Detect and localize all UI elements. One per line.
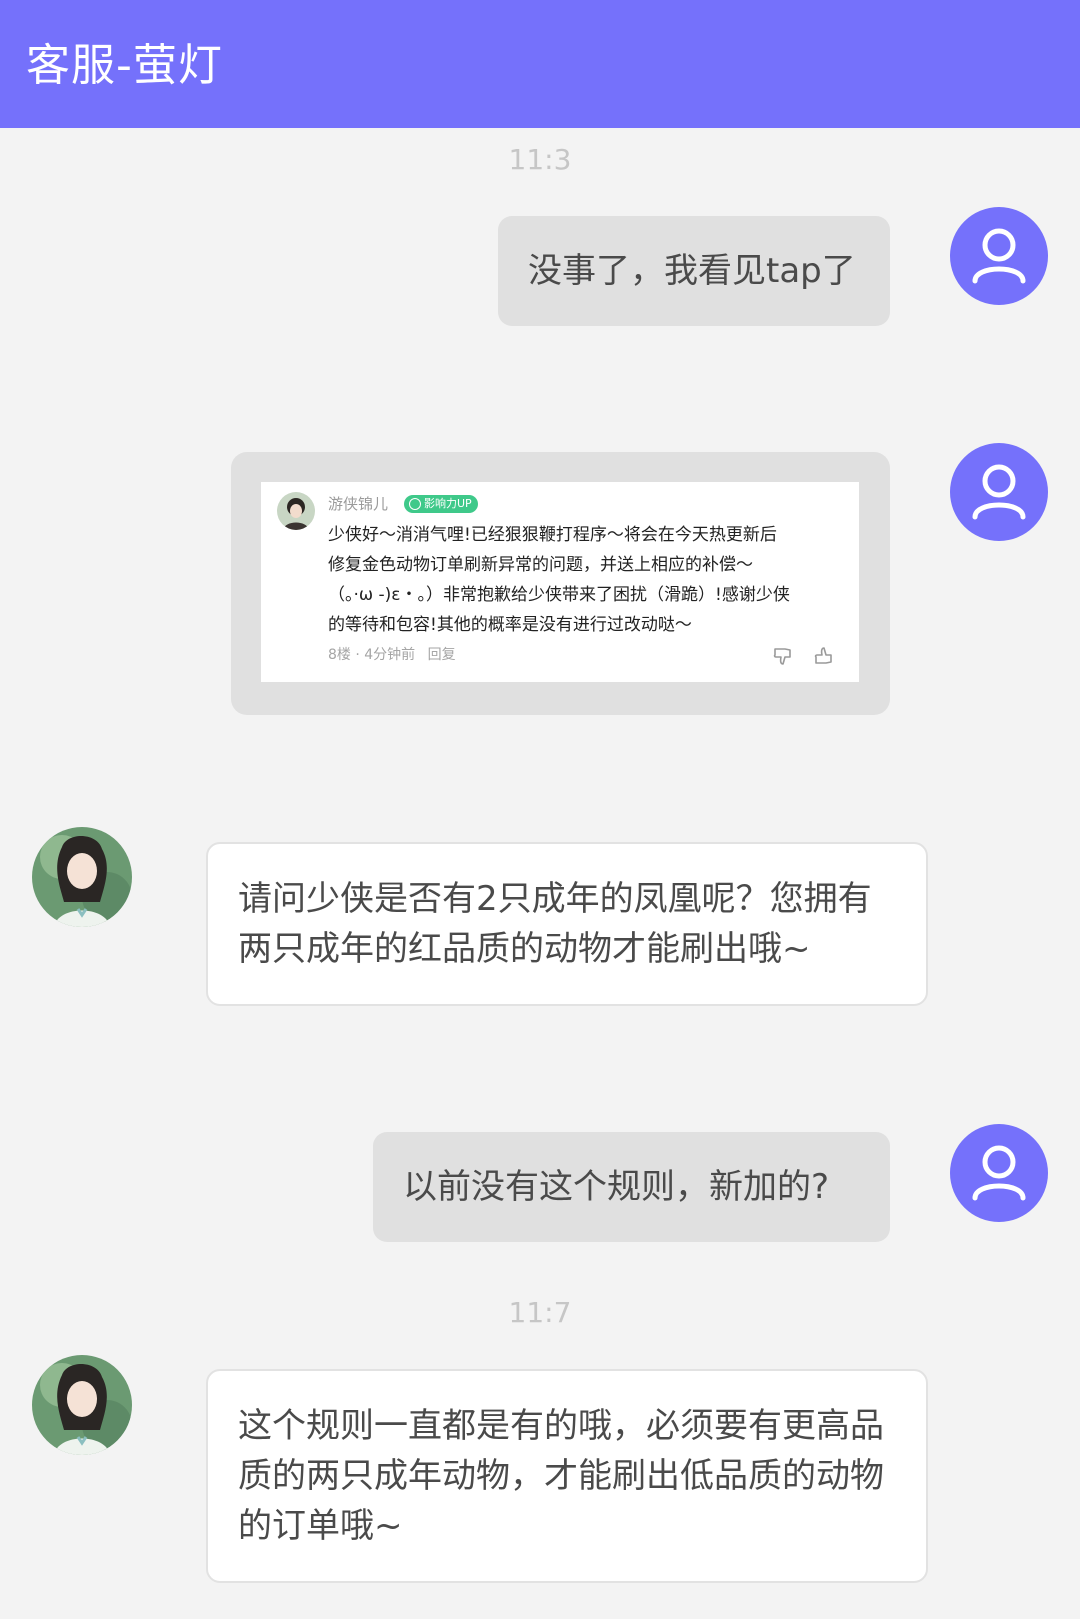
commenter-name: 游侠锦儿 [328, 495, 389, 513]
app-header: 客服-萤灯 [0, 0, 1080, 128]
user-message-bubble[interactable]: 以前没有这个规则，新加的? [373, 1132, 890, 1242]
influence-badge: 影响力UP [404, 495, 478, 513]
timestamp: 11:7 [508, 1296, 572, 1329]
comment-line: 修复金色动物订单刷新异常的问题，并送上相应的补偿～ [328, 555, 753, 575]
agent-avatar[interactable] [32, 1355, 132, 1455]
reply-link: 回复 [427, 647, 456, 663]
comment-line: 的等待和包容!其他的概率是没有进行过改动哒～ [328, 615, 692, 635]
timestamp: 11:3 [508, 143, 572, 176]
agent-message-bubble[interactable]: 这个规则一直都是有的哦，必须要有更高品质的两只成年动物，才能刷出低品质的动物的订… [206, 1369, 928, 1583]
message-text: 这个规则一直都是有的哦，必须要有更高品质的两只成年动物，才能刷出低品质的动物的订… [238, 1406, 884, 1546]
comment-meta: 8楼 · 4分钟前 回复 [328, 645, 456, 665]
message-text: 没事了，我看见tap了 [528, 251, 856, 291]
agent-avatar[interactable] [32, 827, 132, 927]
chat-title: 客服-萤灯 [26, 40, 223, 91]
thumb-up-icon [814, 647, 832, 664]
thumb-down-icon [773, 648, 791, 665]
comment-line: 少侠好～消消气哩!已经狠狠鞭打程序～将会在今天热更新后 [328, 525, 777, 545]
comment-line: （。·ω -)ε・。）非常抱歉给少侠带来了困扰（滑跪）!感谢少侠 [328, 585, 790, 605]
shared-comment-screenshot[interactable]: 游侠锦儿 影响力UP 少侠好～消消气哩!已经狠狠鞭打程序～将会在今天热更新后 修… [261, 482, 859, 682]
message-text: 请问少侠是否有2只成年的凤凰呢？您拥有两只成年的红品质的动物才能刷出哦~ [238, 879, 872, 969]
user-image-bubble[interactable]: 游侠锦儿 影响力UP 少侠好～消消气哩!已经狠狠鞭打程序～将会在今天热更新后 修… [231, 452, 890, 715]
user-message-bubble[interactable]: 没事了，我看见tap了 [498, 216, 890, 326]
user-avatar-icon[interactable] [950, 1124, 1048, 1222]
message-text: 以前没有这个规则，新加的? [403, 1167, 830, 1207]
user-avatar-icon[interactable] [950, 443, 1048, 541]
comment-floor-time: 8楼 · 4分钟前 [328, 647, 416, 663]
agent-message-bubble[interactable]: 请问少侠是否有2只成年的凤凰呢？您拥有两只成年的红品质的动物才能刷出哦~ [206, 842, 928, 1006]
badge-label: 影响力UP [424, 497, 472, 510]
comment-text: 少侠好～消消气哩!已经狠狠鞭打程序～将会在今天热更新后 修复金色动物订单刷新异常… [328, 520, 848, 640]
badge-icon [409, 498, 421, 510]
commenter-avatar [277, 492, 315, 530]
user-avatar-icon[interactable] [950, 207, 1048, 305]
